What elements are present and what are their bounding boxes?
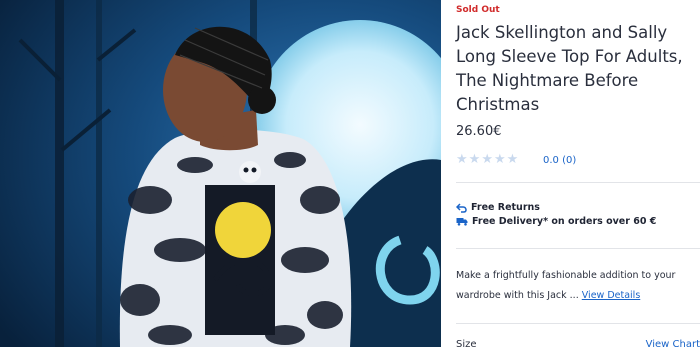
product-description: Make a frightfully fashionable addition … [456,266,696,306]
description-text: Make a frightfully fashionable addition … [456,270,676,301]
product-title: Jack Skellington and Sally Long Sleeve T… [456,23,683,114]
star-icon: ★ [456,152,468,167]
sold-out-badge: Sold Out [456,5,500,15]
free-returns: Free Returns [456,202,540,213]
product-photo [0,0,441,347]
product-info-panel: Sold Out Jack Skellington and Sally Long… [441,0,700,347]
free-delivery-label: Free Delivery* on orders over 60 € [472,216,657,227]
star-icon: ★ [493,152,506,167]
divider [456,182,700,183]
size-chart-link[interactable]: View Chart [646,339,700,347]
product-price: 26.60€ [456,124,502,139]
delivery-truck-icon [456,218,468,226]
star-icon: ★ [468,152,481,167]
return-arrow-icon [456,202,467,213]
star-icon: ★ [481,152,493,167]
rating-stars[interactable]: ★ ★ ★ ★ ★ [456,153,518,167]
free-returns-label: Free Returns [471,202,540,213]
divider [456,323,700,324]
star-icon: ★ [506,152,519,167]
view-details-link[interactable]: View Details [582,290,641,301]
rating-count-link[interactable]: 0.0 (0) [543,155,576,166]
size-label: Size [456,339,477,347]
product-image[interactable] [0,0,441,347]
divider [456,248,700,249]
free-delivery: Free Delivery* on orders over 60 € [456,216,656,227]
